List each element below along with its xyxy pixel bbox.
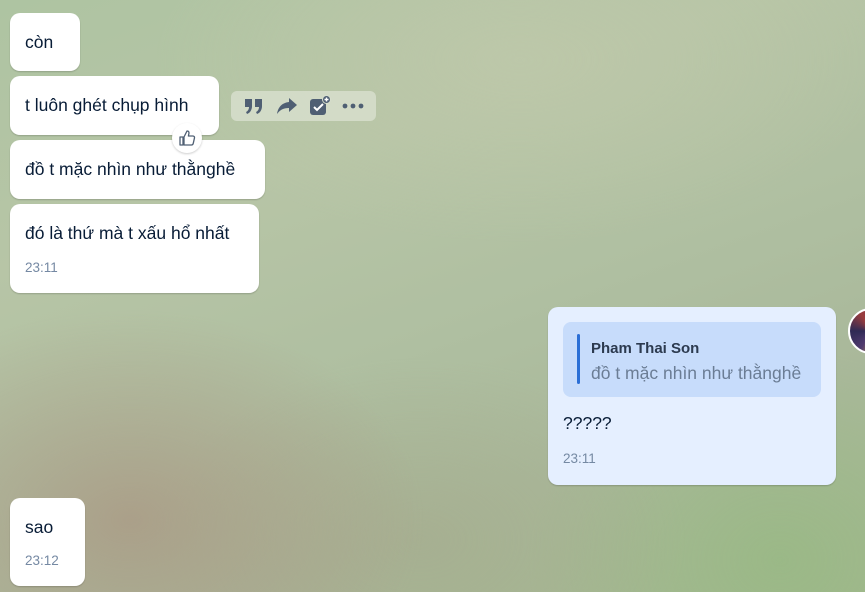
- message-bubble[interactable]: đó là thứ mà t xấu hổ nhất 23:11: [10, 204, 259, 293]
- message-text: đó là thứ mà t xấu hổ nhất: [25, 223, 230, 243]
- add-task-button[interactable]: [307, 93, 333, 119]
- message-time: 23:11: [563, 451, 596, 466]
- quote-icon: [244, 99, 262, 114]
- message-text: ?????: [563, 413, 612, 433]
- message-time: 23:12: [25, 553, 59, 568]
- message-text: đồ t mặc nhìn như thằnghề: [25, 159, 236, 179]
- message-bubble[interactable]: sao 23:12: [10, 498, 85, 586]
- message-bubble[interactable]: đồ t mặc nhìn như thằnghề: [10, 140, 265, 199]
- message-text: còn: [25, 32, 54, 52]
- message-time: 23:11: [25, 260, 58, 275]
- forward-icon: [276, 98, 297, 114]
- quote-button[interactable]: [241, 93, 267, 119]
- thumbs-up-icon: [179, 130, 196, 146]
- quote-accent-bar: [577, 334, 580, 384]
- message-bubble[interactable]: còn: [10, 13, 80, 71]
- more-icon: [342, 103, 364, 109]
- forward-button[interactable]: [274, 93, 300, 119]
- quote-author: Pham Thai Son: [591, 340, 700, 357]
- reaction-button[interactable]: [172, 123, 202, 153]
- sent-message-bubble[interactable]: Pham Thai Son đồ t mặc nhìn như thằnghề …: [548, 307, 836, 485]
- add-task-icon: [310, 95, 332, 115]
- more-button[interactable]: [340, 93, 366, 119]
- quoted-message[interactable]: Pham Thai Son đồ t mặc nhìn như thằnghề: [563, 322, 821, 397]
- message-action-toolbar: [231, 91, 376, 121]
- quote-text: đồ t mặc nhìn như thằnghề: [591, 363, 802, 383]
- message-text: t luôn ghét chụp hình: [25, 95, 189, 115]
- avatar[interactable]: [848, 308, 865, 354]
- message-text: sao: [25, 517, 54, 537]
